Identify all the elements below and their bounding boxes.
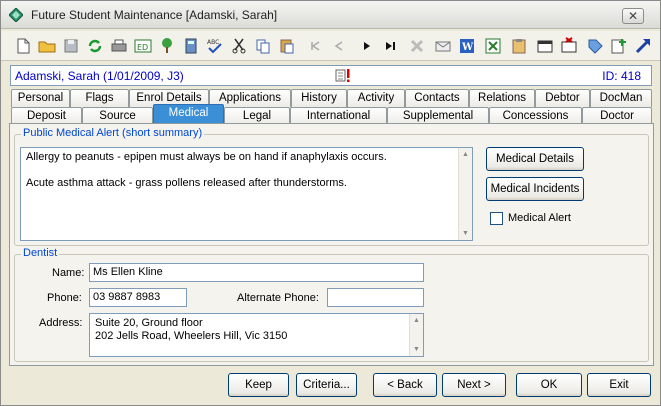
medical-alert-scrollbar[interactable]: ▲ ▼ [458, 148, 472, 240]
excel-icon[interactable] [483, 36, 503, 56]
new-document-icon[interactable] [13, 36, 33, 56]
notes-icon[interactable] [609, 36, 629, 56]
svg-text:W: W [461, 42, 474, 53]
scroll-down-icon[interactable]: ▼ [413, 346, 420, 353]
spell-check-icon[interactable]: ABC [205, 36, 225, 56]
medical-incidents-button[interactable]: Medical Incidents [486, 177, 584, 201]
first-record-icon[interactable] [305, 36, 325, 56]
calculator-icon[interactable] [181, 36, 201, 56]
tab-activity[interactable]: Activity [347, 89, 405, 107]
keep-button[interactable]: Keep [228, 373, 289, 397]
scroll-up-icon[interactable]: ▲ [462, 151, 469, 158]
dentist-address-textarea[interactable]: Suite 20, Ground floor 202 Jells Road, W… [89, 313, 424, 357]
back-button[interactable]: < Back [373, 373, 437, 397]
word-icon[interactable]: W [457, 36, 477, 56]
arrow-icon[interactable] [633, 36, 653, 56]
future-student-maintenance-window: Future Student Maintenance [Adamski, Sar… [0, 0, 661, 406]
next-record-icon[interactable] [357, 36, 377, 56]
tab-personal[interactable]: Personal [11, 89, 70, 107]
edit-id-icon[interactable]: ED [133, 36, 153, 56]
next-button[interactable]: Next > [442, 373, 506, 397]
dentist-group: Dentist Name: Ms Ellen Kline Phone: 03 9… [14, 247, 649, 362]
print-icon[interactable] [109, 36, 129, 56]
address-line: Suite 20, Ground floor [95, 317, 203, 329]
address-line: 202 Jells Road, Wheelers Hill, Vic 3150 [95, 330, 288, 342]
medical-alert-legend: Public Medical Alert (short summary) [21, 127, 205, 139]
medical-alert-checkbox-label: Medical Alert [508, 212, 571, 224]
save-icon[interactable] [61, 36, 81, 56]
previous-record-icon[interactable] [329, 36, 349, 56]
dentist-address-label: Address: [39, 317, 83, 329]
student-name: Adamski, Sarah (1/01/2009, J3) [15, 69, 184, 83]
email-icon[interactable] [433, 36, 453, 56]
medical-alert-flag-icon [335, 69, 350, 82]
svg-text:ABC: ABC [207, 39, 219, 46]
medical-alert-line: Allergy to peanuts - epipen must always … [26, 151, 387, 163]
tab-flags[interactable]: Flags [70, 89, 129, 107]
calendar-delete-icon[interactable] [559, 36, 579, 56]
medical-alert-textarea[interactable]: Allergy to peanuts - epipen must always … [20, 147, 473, 241]
medical-alert-group: Public Medical Alert (short summary) All… [14, 127, 649, 246]
window-title: Future Student Maintenance [Adamski, Sar… [31, 8, 278, 22]
close-button[interactable]: ✕ [622, 8, 644, 24]
dentist-alt-phone-field[interactable] [327, 288, 424, 307]
toolbar: ED ABC W [1, 31, 660, 61]
dentist-alt-phone-label: Alternate Phone: [237, 292, 319, 304]
tab-history[interactable]: History [291, 89, 347, 107]
tab-medical[interactable]: Medical [153, 104, 224, 124]
refresh-icon[interactable] [85, 36, 105, 56]
copy-icon[interactable] [253, 36, 273, 56]
tab-debtor[interactable]: Debtor [535, 89, 590, 107]
last-record-icon[interactable] [381, 36, 401, 56]
tag-icon[interactable] [585, 36, 605, 56]
calendar-icon[interactable] [535, 36, 555, 56]
criteria-button[interactable]: Criteria... [296, 373, 357, 397]
title-bar: Future Student Maintenance [Adamski, Sar… [1, 1, 660, 29]
medical-tab-panel: Public Medical Alert (short summary) All… [9, 123, 654, 366]
dentist-phone-label: Phone: [47, 292, 82, 304]
dentist-name-label: Name: [52, 267, 85, 279]
tab-contacts[interactable]: Contacts [405, 89, 469, 107]
ok-button[interactable]: OK [516, 373, 582, 397]
delete-icon[interactable] [407, 36, 427, 56]
medical-alert-line: Acute asthma attack - grass pollens rele… [26, 177, 347, 189]
dentist-legend: Dentist [21, 247, 60, 259]
student-id: ID: 418 [602, 69, 641, 83]
tab-relations[interactable]: Relations [469, 89, 535, 107]
scroll-up-icon[interactable]: ▲ [413, 317, 420, 324]
open-folder-icon[interactable] [37, 36, 57, 56]
dentist-phone-field[interactable]: 03 9887 8983 [89, 288, 187, 307]
address-scrollbar[interactable]: ▲ ▼ [409, 314, 423, 356]
medical-details-button[interactable]: Medical Details [486, 147, 584, 171]
footer-button-bar: Keep Criteria... < Back Next > OK Exit [1, 367, 660, 405]
tab-docman[interactable]: DocMan [590, 89, 652, 107]
app-diamond-icon [9, 8, 23, 22]
medical-alert-checkbox[interactable] [490, 212, 503, 225]
svg-text:ED: ED [137, 43, 148, 52]
dentist-name-field[interactable]: Ms Ellen Kline [89, 263, 424, 282]
family-tree-icon[interactable] [157, 36, 177, 56]
exit-button[interactable]: Exit [587, 373, 651, 397]
scroll-down-icon[interactable]: ▼ [462, 230, 469, 237]
student-info-bar: Adamski, Sarah (1/01/2009, J3) ID: 418 [10, 65, 652, 86]
paste-icon[interactable] [277, 36, 297, 56]
cut-icon[interactable] [229, 36, 249, 56]
clipboard-icon[interactable] [509, 36, 529, 56]
